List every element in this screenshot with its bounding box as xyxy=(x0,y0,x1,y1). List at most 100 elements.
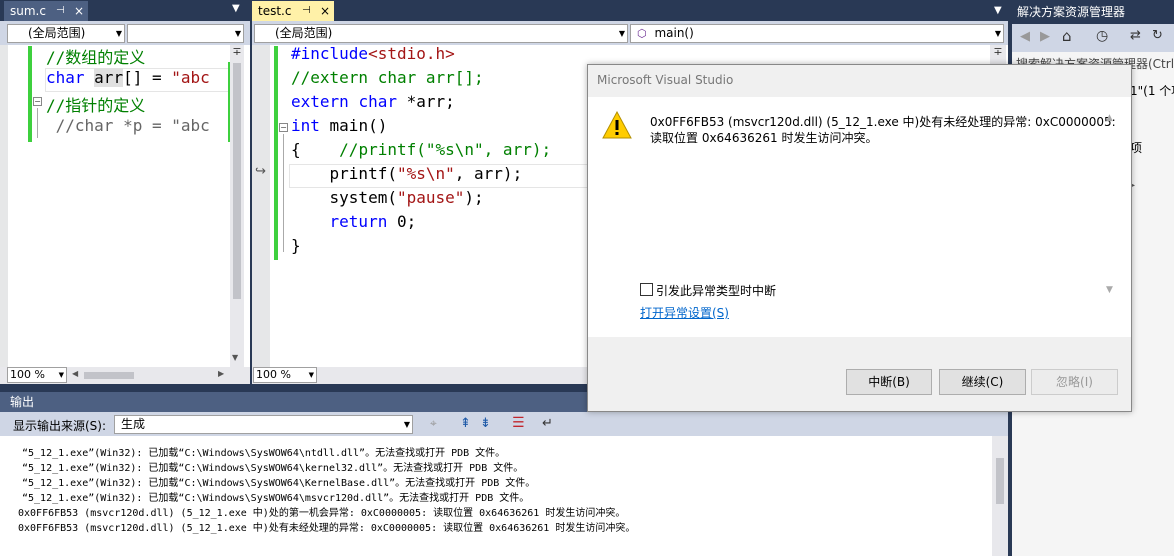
solution-explorer-title: 解决方案资源管理器 xyxy=(1012,0,1174,24)
output-line: “5_12_1.exe”(Win32): 已加载“C:\Windows\SysW… xyxy=(22,493,530,504)
prev-message-icon[interactable]: ⇞ xyxy=(460,416,471,431)
tab-label: sum.c xyxy=(10,4,46,18)
scope-dropdown-value: (全局范围) xyxy=(275,26,333,40)
output-line: “5_12_1.exe”(Win32): 已加载“C:\Windows\SysW… xyxy=(22,463,524,474)
chevron-down-icon: ▼ xyxy=(403,420,410,429)
test-code-line-4[interactable]: int main() xyxy=(291,116,387,135)
scope-dropdown-value: (全局范围) xyxy=(28,26,86,40)
outline-line xyxy=(283,134,284,252)
output-source-label: 显示输出来源(S): xyxy=(13,419,107,433)
scope-dropdown[interactable]: (全局范围) ▼ xyxy=(254,24,628,43)
test-code-line-9[interactable]: } xyxy=(291,236,301,255)
test-code-line-5[interactable]: { //printf("%s\n", arr); xyxy=(291,140,551,159)
change-bar xyxy=(274,46,278,260)
sum-code-line-4[interactable]: //char *p = "abc xyxy=(46,116,210,135)
continue-button[interactable]: 继续(C) xyxy=(939,369,1026,395)
output-vertical-scrollbar[interactable] xyxy=(992,436,1008,556)
scrollbar-thumb[interactable] xyxy=(996,458,1004,504)
scroll-left-icon[interactable]: ◀ xyxy=(72,369,78,378)
test-code-line-3[interactable]: extern char *arr; xyxy=(291,92,455,111)
output-toolbar: 显示输出来源(S): 生成 ▼ ⌖ ⇞ ⇟ ☰ ↵ xyxy=(0,412,1008,436)
output-line: 0x0FF6FB53 (msvcr120d.dll) (5_12_1.exe 中… xyxy=(18,508,626,519)
sync-icon[interactable]: ⇄ xyxy=(1130,28,1141,43)
home-icon[interactable]: ⌂ xyxy=(1062,27,1072,45)
close-icon[interactable]: × xyxy=(74,1,84,21)
test-code-line-8[interactable]: return 0; xyxy=(291,212,417,231)
sum-code-line-3[interactable]: //指针的定义 xyxy=(46,92,145,116)
solution-tree-item[interactable]: 1"(1 个项 xyxy=(1130,82,1174,99)
member-dropdown-value: main() xyxy=(654,26,694,40)
zoom-dropdown[interactable]: 100 % ▼ xyxy=(253,367,317,383)
dialog-title: Microsoft Visual Studio xyxy=(597,73,734,87)
break-on-exception-checkbox[interactable] xyxy=(640,283,653,296)
output-line: 0x0FF6FB53 (msvcr120d.dll) (5_12_1.exe 中… xyxy=(18,523,636,534)
scrollbar-thumb[interactable] xyxy=(233,63,241,299)
output-line: “5_12_1.exe”(Win32): 已加载“C:\Windows\SysW… xyxy=(22,478,536,489)
indicator-margin xyxy=(252,45,270,367)
test-code-line-7[interactable]: system("pause"); xyxy=(291,188,484,207)
tab-menu-chevron-icon[interactable]: ▼ xyxy=(232,3,240,14)
pin-icon[interactable]: ⊣ xyxy=(302,1,311,21)
split-icon[interactable]: ∓ xyxy=(990,45,1006,59)
outline-line xyxy=(37,108,38,138)
next-statement-arrow-icon: ↪ xyxy=(255,164,266,179)
chevron-down-icon: ▼ xyxy=(618,29,625,38)
exception-dialog: Microsoft Visual Studio 0x0FF6FB53 (msvc… xyxy=(587,64,1132,412)
indicator-margin xyxy=(0,45,8,367)
scroll-down-icon[interactable]: ▼ xyxy=(232,353,238,362)
function-icon: ⬡ xyxy=(637,27,647,40)
output-line: “5_12_1.exe”(Win32): 已加载“C:\Windows\SysW… xyxy=(22,448,506,459)
output-source-value: 生成 xyxy=(121,417,146,431)
tab-test-c[interactable]: test.c ⊣ × xyxy=(252,1,334,21)
dialog-message-line-2: 读取位置 0x64636261 时发生访问冲突。 xyxy=(650,131,878,145)
tab-menu-chevron-icon[interactable]: ▼ xyxy=(994,5,1002,16)
tab-sum-c[interactable]: sum.c ⊣ × xyxy=(4,1,88,21)
clear-all-icon[interactable]: ☰ xyxy=(512,415,525,431)
test-tab-strip xyxy=(252,0,1008,21)
open-exception-settings-link[interactable]: 打开异常设置(S) xyxy=(640,304,729,321)
output-source-dropdown[interactable]: 生成 ▼ xyxy=(114,415,413,434)
chevron-down-icon: ▼ xyxy=(994,29,1001,38)
output-panel: 输出 显示输出来源(S): 生成 ▼ ⌖ ⇞ ⇟ ☰ ↵ “5_12_1.exe… xyxy=(0,392,1008,556)
collapse-toggle-icon[interactable]: − xyxy=(33,97,42,106)
horizontal-scrollbar-thumb[interactable] xyxy=(84,372,134,379)
sum-code-line-2[interactable]: char arr[] = "abc xyxy=(46,68,210,87)
vertical-scrollbar[interactable]: ∓ ▼ xyxy=(230,45,244,367)
solution-explorer-toolbar: ◀ ▶ ⌂ ◷ ⇄ ↻ xyxy=(1012,24,1174,52)
close-icon[interactable]: × xyxy=(320,1,330,21)
test-code-line-1[interactable]: #include<stdio.h> xyxy=(291,44,455,63)
next-message-icon[interactable]: ⇟ xyxy=(480,416,491,431)
collapse-toggle-icon[interactable]: − xyxy=(279,123,288,132)
dialog-scroll-up-icon[interactable]: ▲ xyxy=(1106,113,1113,123)
test-code-line-2[interactable]: //extern char arr[]; xyxy=(291,68,484,87)
chevron-down-icon: ▼ xyxy=(234,29,241,38)
member-dropdown[interactable]: ⬡ main() ▼ xyxy=(630,24,1004,43)
back-icon[interactable]: ◀ xyxy=(1020,29,1030,44)
chevron-down-icon: ▼ xyxy=(308,371,314,379)
forward-icon[interactable]: ▶ xyxy=(1040,29,1050,44)
zoom-dropdown[interactable]: 100 % ▼ xyxy=(7,367,67,383)
chevron-down-icon: ▼ xyxy=(115,29,122,38)
member-dropdown[interactable]: ▼ xyxy=(127,24,244,43)
warning-icon xyxy=(602,111,632,139)
dialog-message-area: 0x0FF6FB53 (msvcr120d.dll) (5_12_1.exe 中… xyxy=(588,97,1131,337)
test-code-line-6[interactable]: printf("%s\n", arr); xyxy=(291,164,523,183)
find-message-icon[interactable]: ⌖ xyxy=(430,416,437,431)
output-text-area[interactable]: “5_12_1.exe”(Win32): 已加载“C:\Windows\SysW… xyxy=(0,436,992,556)
tab-label: test.c xyxy=(258,4,292,18)
word-wrap-icon[interactable]: ↵ xyxy=(542,416,553,431)
dialog-message-line-1: 0x0FF6FB53 (msvcr120d.dll) (5_12_1.exe 中… xyxy=(650,115,1116,129)
refresh-icon[interactable]: ↻ xyxy=(1152,28,1163,43)
scroll-right-icon[interactable]: ▶ xyxy=(218,369,224,378)
zoom-value: 100 % xyxy=(256,368,291,381)
sum-code-line-1[interactable]: //数组的定义 xyxy=(46,44,145,68)
dialog-scroll-down-icon[interactable]: ▼ xyxy=(1106,285,1113,295)
pin-icon[interactable]: ⊣ xyxy=(56,1,65,21)
zoom-value: 100 % xyxy=(10,368,45,381)
scope-dropdown[interactable]: (全局范围) ▼ xyxy=(7,24,125,43)
ignore-button[interactable]: 忽略(I) xyxy=(1031,369,1118,395)
break-button[interactable]: 中断(B) xyxy=(846,369,932,395)
history-icon[interactable]: ◷ xyxy=(1096,28,1108,44)
break-on-exception-label[interactable]: 引发此异常类型时中断 xyxy=(656,282,776,299)
split-icon[interactable]: ∓ xyxy=(230,45,244,59)
